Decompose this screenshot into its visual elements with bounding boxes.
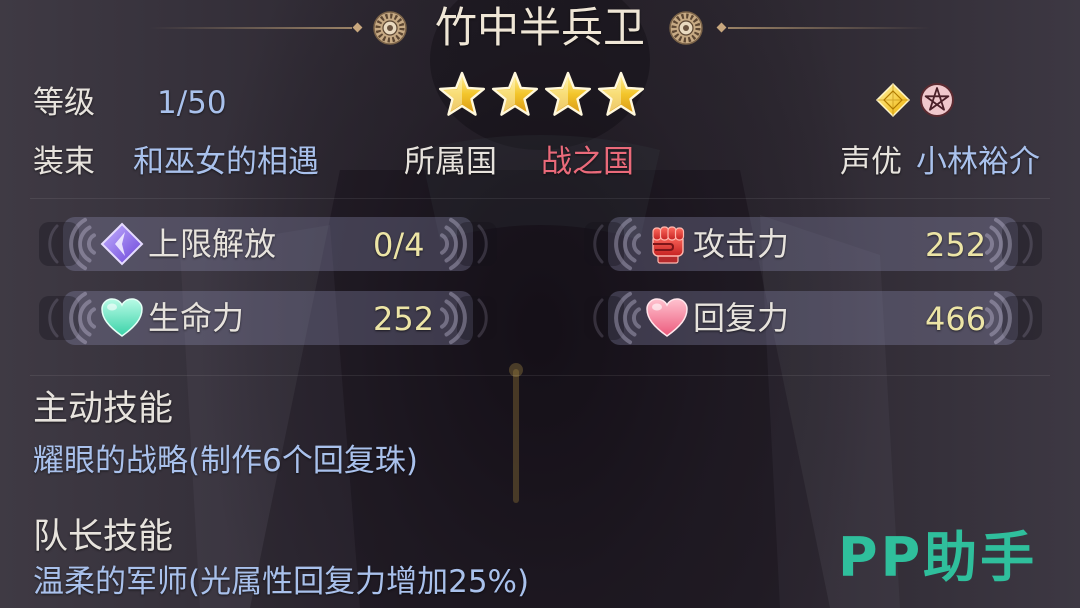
outfit-value: 和巫女的相遇 (133, 144, 319, 180)
stat-value: 252 (925, 226, 987, 264)
purple-diamond-icon (100, 222, 144, 266)
outfit-label: 装束 (33, 144, 95, 180)
nation-label: 所属国 (404, 144, 497, 180)
level-label: 等级 (33, 85, 95, 121)
rarity-star-icon (438, 71, 486, 116)
crest-right-icon (668, 10, 704, 46)
level-value: 1/50 (157, 85, 227, 121)
stat-value: 466 (925, 300, 987, 338)
stat-panel-recovery: 回复力 466 (578, 288, 1048, 348)
divider-profile (30, 198, 1050, 199)
leader-skill-description: 温柔的军师(光属性回复力增加25%) (33, 564, 530, 600)
pink-heart-icon (646, 298, 688, 337)
leader-skill-heading: 队长技能 (33, 517, 174, 557)
watermark-logo: PP助手 (838, 526, 1038, 589)
yellow-diamond-icon (875, 82, 911, 118)
rarity-star-icon (597, 71, 645, 116)
stat-panel-limit-break: 上限解放 0/4 (33, 214, 503, 274)
character-detail-screen: 竹中半兵卫 等级 1/50 装束 和巫女的相遇 所属国 战之国 声优 小林裕介 … (0, 0, 1080, 608)
stat-value: 252 (373, 300, 435, 338)
stat-label: 攻击力 (693, 225, 790, 263)
voice-actor-label: 声优 (840, 144, 902, 180)
active-skill-heading: 主动技能 (33, 389, 174, 429)
rarity-star-icon (544, 71, 592, 116)
stat-panel-attack: 攻击力 252 (578, 214, 1048, 274)
stat-label: 生命力 (148, 299, 245, 337)
fist-icon (652, 226, 685, 264)
rarity-stars (437, 71, 646, 121)
divider-stats (30, 375, 1050, 376)
rarity-star-icon (491, 71, 539, 116)
stat-value: 0/4 (373, 226, 425, 264)
title-decoration-line-right (728, 27, 930, 29)
stat-label: 上限解放 (148, 225, 277, 263)
voice-actor-value: 小林裕介 (916, 144, 1040, 180)
teal-heart-icon (101, 298, 143, 337)
active-skill-description: 耀眼的战略(制作6个回复珠) (33, 443, 418, 479)
nation-value: 战之国 (541, 144, 634, 180)
pentagram-icon (920, 83, 954, 117)
stat-panel-hp: 生命力 252 (33, 288, 503, 348)
stat-label: 回复力 (693, 299, 790, 337)
